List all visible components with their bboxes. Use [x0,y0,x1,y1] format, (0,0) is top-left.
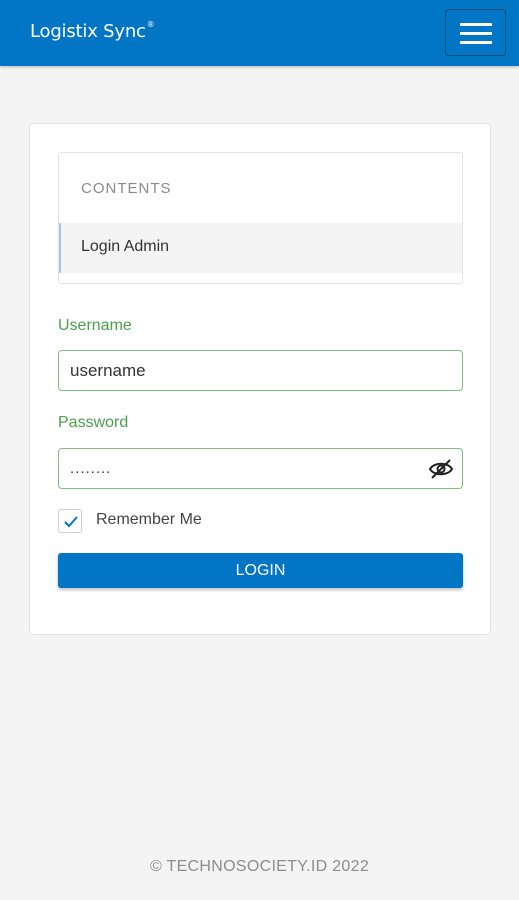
brand-name: Logistix Sync [30,21,146,42]
login-card: CONTENTS Login Admin Username Password R… [29,123,491,635]
contents-item-login-admin[interactable]: Login Admin [59,223,462,273]
remember-me-label[interactable]: Remember Me [96,511,202,529]
username-input[interactable] [58,350,463,391]
login-button[interactable]: LOGIN [58,553,463,588]
contents-heading: CONTENTS [81,180,172,197]
brand-logo[interactable]: Logistix Sync® [30,20,155,42]
brand-registered-mark: ® [146,20,155,29]
password-label: Password [58,414,129,431]
checkmark-icon [64,516,78,528]
top-navbar: Logistix Sync® [0,0,519,66]
hamburger-menu-icon [460,23,492,44]
contents-panel: CONTENTS Login Admin [58,152,463,284]
footer-copyright: © TECHNOSOCIETY.ID 2022 [149,858,370,875]
contents-item-label: Login Admin [81,238,170,255]
password-input[interactable] [58,448,463,489]
menu-toggle-button[interactable] [445,9,506,56]
username-label: Username [58,317,132,334]
remember-me-checkbox[interactable] [58,509,82,533]
eye-slash-icon[interactable] [428,456,454,482]
